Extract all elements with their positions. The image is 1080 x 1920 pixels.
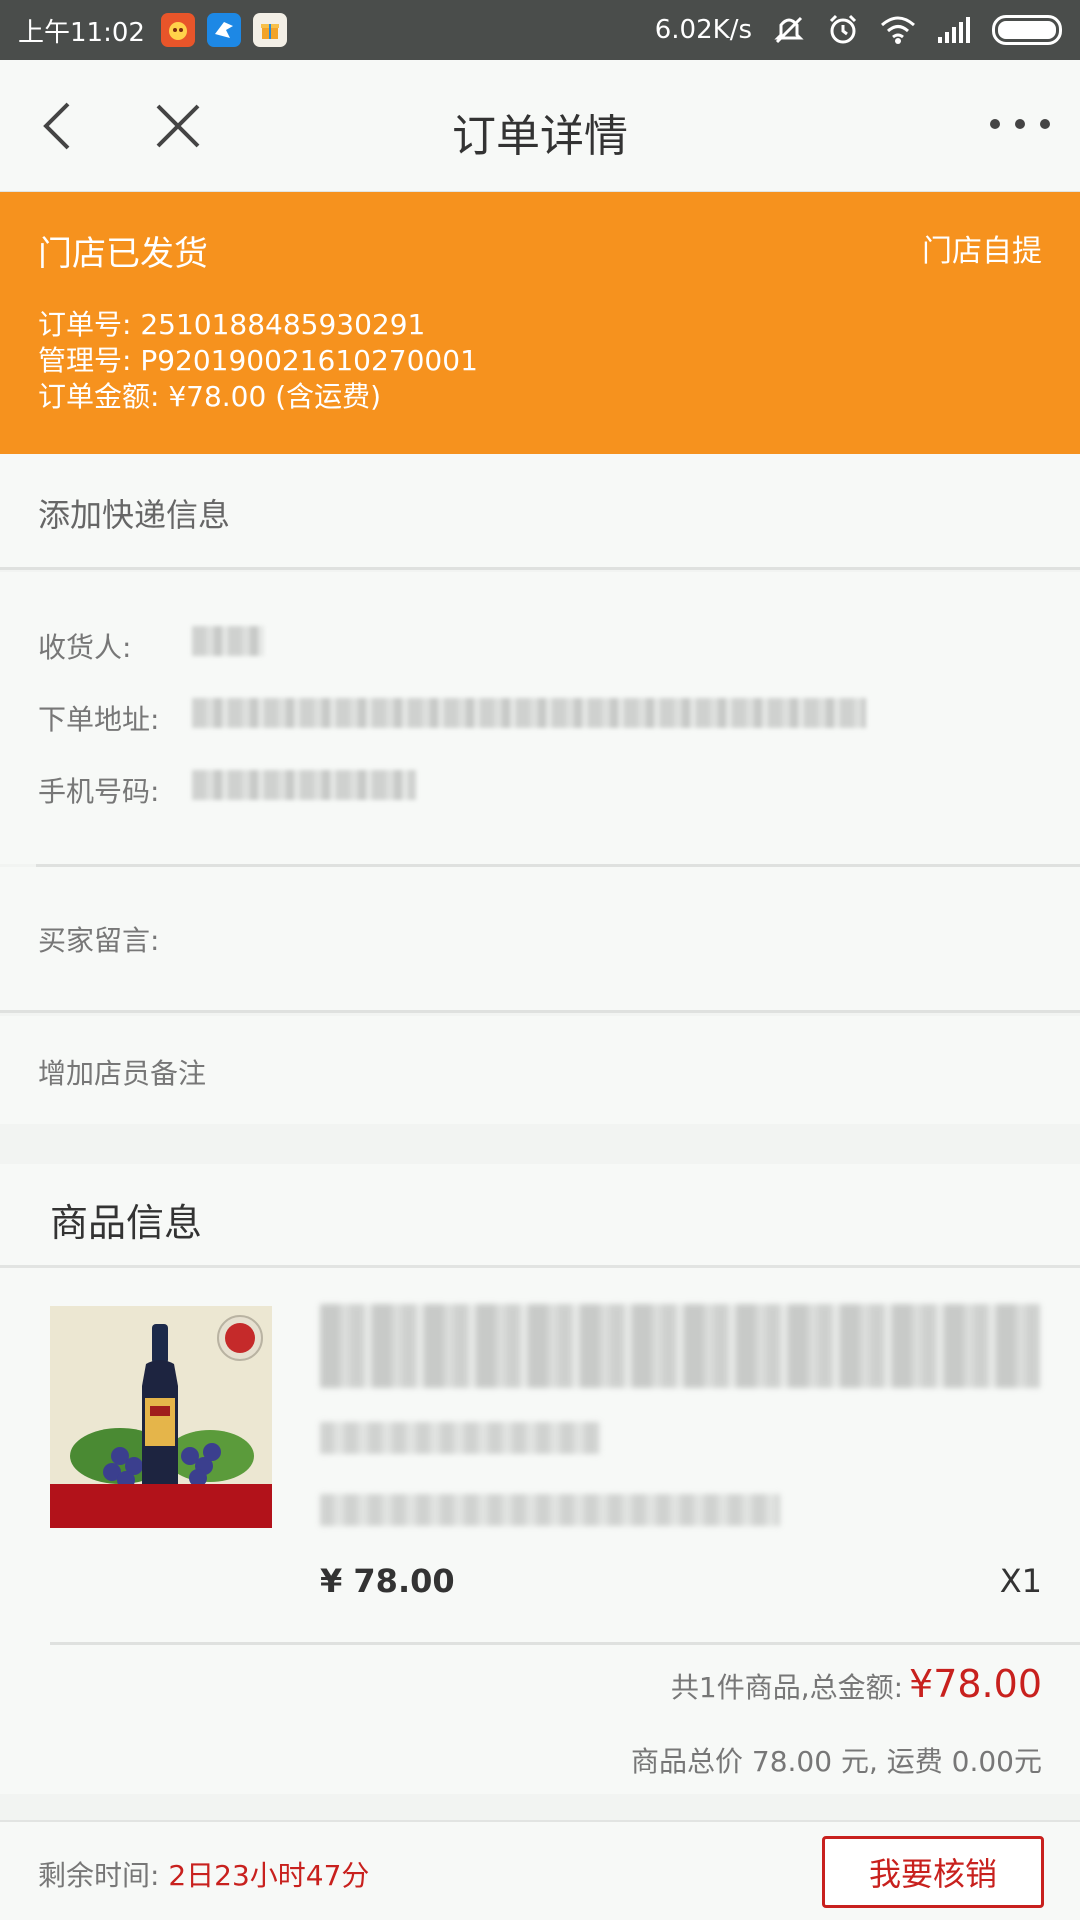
add-express-row[interactable]: 添加快递信息 bbox=[0, 454, 1080, 570]
add-express-label: 添加快递信息 bbox=[38, 496, 231, 534]
address-redacted bbox=[192, 698, 866, 728]
order-amount: 订单金额: ¥78.00 (含运费) bbox=[38, 380, 382, 413]
app-notification-icon bbox=[160, 13, 195, 47]
total-label: 共1件商品,总金额: bbox=[670, 1671, 904, 1704]
alarm-icon bbox=[826, 13, 860, 47]
order-status-panel: 门店已发货 门店自提 订单号: 2510188485930291 管理号: P9… bbox=[0, 192, 1080, 454]
title-bar: 订单详情 bbox=[0, 60, 1080, 192]
bird-app-icon bbox=[206, 13, 241, 47]
signal-icon bbox=[936, 15, 972, 45]
divider bbox=[50, 1642, 1080, 1645]
staff-note-label: 增加店员备注 bbox=[38, 1057, 207, 1090]
goods-section-title: 商品信息 bbox=[50, 1201, 203, 1245]
product-image[interactable] bbox=[50, 1306, 272, 1528]
battery-icon bbox=[992, 15, 1062, 45]
buyer-message-row: 买家留言: bbox=[0, 867, 1080, 1013]
product-code-redacted bbox=[320, 1422, 600, 1454]
more-icon[interactable] bbox=[990, 104, 1050, 144]
remaining-time-label: 剩余时间: bbox=[38, 1859, 160, 1892]
price-summary: 商品总价 78.00 元, 运费 0.00元 bbox=[630, 1745, 1042, 1778]
phone-label: 手机号码: bbox=[38, 775, 160, 808]
buyer-message-label: 买家留言: bbox=[38, 924, 160, 957]
manage-number: 管理号: P920190021610270001 bbox=[38, 344, 478, 377]
order-info-lines: 订单号: 2510188485930291 管理号: P920190021610… bbox=[38, 307, 478, 415]
product-price: ¥ 78.00 bbox=[320, 1562, 455, 1600]
order-status: 门店已发货 bbox=[38, 234, 208, 274]
product-image-banner bbox=[50, 1484, 272, 1528]
status-right: 6.02K/s bbox=[655, 13, 1062, 47]
order-number: 订单号: 2510188485930291 bbox=[38, 308, 426, 341]
phone-redacted bbox=[192, 770, 416, 800]
vibrate-off-icon bbox=[772, 13, 806, 47]
receiver-name-label: 收货人: bbox=[38, 631, 132, 664]
delivery-method: 门店自提 bbox=[922, 234, 1042, 269]
gift-app-icon bbox=[252, 13, 287, 47]
status-time: 上午11:02 bbox=[18, 17, 145, 48]
product-order-no-redacted bbox=[320, 1494, 780, 1526]
order-total: 共1件商品,总金额: ¥78.00 bbox=[671, 1662, 1042, 1706]
product-quantity: X1 bbox=[999, 1562, 1042, 1600]
receiver-info: 收货人: 下单地址: 手机号码: bbox=[0, 572, 1080, 864]
remaining-time-value: 2日23小时47分 bbox=[168, 1859, 370, 1892]
address-label: 下单地址: bbox=[38, 703, 160, 736]
goods-header: 商品信息 bbox=[0, 1164, 1080, 1268]
notification-icons bbox=[160, 13, 287, 47]
receiver-name-redacted bbox=[192, 626, 264, 656]
product-name-redacted bbox=[320, 1304, 1040, 1388]
goods-section: 商品信息 ¥ 78.00 X1 共1件商品,总金额:¥78.00 商品总价 7 bbox=[0, 1164, 1080, 1794]
remaining-time: 剩余时间: 2日23小时47分 bbox=[38, 1854, 369, 1894]
verify-button[interactable]: 我要核销 bbox=[822, 1836, 1044, 1908]
total-amount: ¥78.00 bbox=[909, 1662, 1042, 1706]
bottom-bar: 剩余时间: 2日23小时47分 我要核销 bbox=[0, 1820, 1080, 1920]
staff-note-row[interactable]: 增加店员备注 bbox=[0, 1016, 1080, 1124]
network-speed: 6.02K/s bbox=[654, 15, 752, 45]
page-title: 订单详情 bbox=[452, 111, 628, 162]
status-bar: 上午11:02 6.02K/s bbox=[0, 0, 1080, 60]
wifi-icon bbox=[880, 15, 916, 45]
